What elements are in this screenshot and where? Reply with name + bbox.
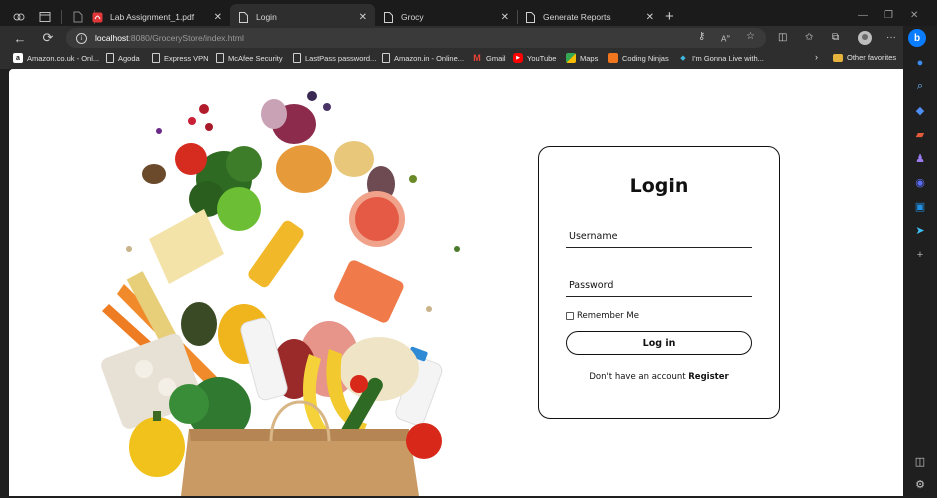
globe-icon: ◆ (680, 55, 686, 62)
favorite-label: Agoda (118, 53, 140, 63)
login-title: Login (629, 175, 689, 197)
profile-avatar[interactable] (858, 31, 872, 45)
register-link[interactable]: Register (688, 372, 728, 382)
favorite-label: YouTube (527, 53, 557, 63)
outlook-icon[interactable]: ▣ (912, 199, 928, 213)
close-window-button[interactable]: ✕ (910, 10, 918, 21)
favorite-label: Coding Ninjas (622, 53, 669, 63)
favorite-mcafee[interactable]: McAfee Security (216, 53, 283, 63)
register-prompt-text: Don't have an account (589, 372, 686, 382)
close-icon[interactable]: ✕ (359, 12, 367, 23)
remember-me-checkbox[interactable]: Remember Me (566, 311, 639, 321)
favorite-label: Maps (580, 53, 599, 63)
send-icon[interactable]: ➤ (912, 223, 928, 237)
favorite-agoda[interactable]: Agoda (106, 53, 140, 63)
people-icon[interactable]: ♟ (912, 151, 928, 165)
close-icon[interactable]: ✕ (214, 12, 222, 23)
refresh-button[interactable]: ⟳ (36, 26, 60, 50)
settings-gear-icon[interactable]: ⚙ (912, 477, 928, 491)
tab-title: Grocy (401, 12, 424, 22)
favorite-label: Express VPN (164, 53, 209, 63)
favorite-label: LastPass password... (305, 53, 377, 63)
favorite-express-vpn[interactable]: Express VPN (152, 53, 209, 63)
chevron-right-icon[interactable]: › (815, 52, 818, 62)
close-icon[interactable]: ✕ (646, 12, 654, 23)
close-icon[interactable]: ✕ (501, 12, 509, 23)
favorite-gmail[interactable]: M Gmail (472, 53, 506, 63)
maps-icon (566, 53, 576, 63)
add-icon[interactable]: + (912, 248, 928, 262)
new-tab-button[interactable]: + (665, 8, 674, 25)
favorite-label: Amazon.co.uk - Onl... (27, 53, 100, 63)
favorite-lastpass[interactable]: LastPass password... (293, 53, 376, 63)
sidebar-panel-icon[interactable]: ◫ (912, 454, 928, 468)
favorite-label: Other favorites (847, 53, 897, 62)
register-prompt: Don't have an account Register (539, 372, 779, 382)
site-info-icon[interactable]: i (76, 32, 87, 44)
restore-button[interactable]: ❐ (884, 10, 893, 21)
favorite-im-gonna-live[interactable]: ◆ I'm Gonna Live with... (678, 53, 764, 63)
office-icon[interactable]: ◉ (912, 175, 928, 189)
favorite-maps[interactable]: Maps (566, 53, 598, 63)
tools-icon[interactable]: ▰ (912, 127, 928, 141)
gmail-icon: M (473, 53, 481, 63)
document-icon (383, 11, 394, 23)
page-viewport: Login Username Password Remember Me Log … (9, 69, 903, 496)
url-path: :8080/GroceryStore/index.html (128, 33, 244, 43)
favorites-bar: a Amazon.co.uk - Onl... Agoda Express VP… (0, 50, 903, 69)
username-field[interactable]: Username (566, 226, 752, 248)
favorite-amazon-uk[interactable]: a Amazon.co.uk - Onl... (13, 53, 99, 63)
login-button[interactable]: Log in (566, 331, 752, 355)
address-bar-row: ← ⟳ i localhost:8080/GroceryStore/index.… (0, 26, 903, 50)
document-icon (238, 11, 249, 23)
favorite-star-icon[interactable]: ☆ (746, 31, 755, 42)
document-icon (525, 11, 536, 23)
document-icon (293, 53, 301, 63)
favorites-icon[interactable]: ✩ (805, 32, 813, 43)
bell-icon[interactable]: ● (912, 56, 928, 70)
document-icon (152, 53, 160, 63)
pdf-icon (92, 12, 103, 23)
read-aloud-icon[interactable]: A» (721, 33, 730, 44)
bing-copilot-icon[interactable]: b (908, 29, 926, 47)
favorite-label: Amazon.in - Online... (394, 53, 465, 63)
password-field[interactable]: Password (566, 275, 752, 297)
collections-icon[interactable]: ⧉ (832, 32, 839, 43)
more-menu-icon[interactable]: ··· (886, 32, 896, 43)
favorite-amazon-in[interactable]: Amazon.in - Online... (382, 53, 464, 63)
favorite-youtube[interactable]: ▶ YouTube (513, 53, 556, 63)
document-icon (382, 53, 390, 63)
grocery-bag-image (101, 91, 460, 496)
address-input[interactable]: i localhost:8080/GroceryStore/index.html… (66, 28, 766, 48)
remember-me-label: Remember Me (577, 311, 639, 321)
tab-title: Login (256, 12, 277, 22)
tab-separator (61, 10, 62, 24)
favorite-label: I'm Gonna Live with... (692, 53, 764, 63)
tab-title: Generate Reports (543, 12, 611, 22)
checkbox-box[interactable] (566, 312, 574, 320)
shopping-tag-icon[interactable]: ◆ (912, 103, 928, 117)
tab-title: Lab Assignment_1.pdf (110, 12, 195, 22)
favorite-other-folder[interactable]: Other favorites (833, 53, 896, 62)
favorite-label: Gmail (486, 53, 506, 63)
document-icon (216, 53, 224, 63)
youtube-icon: ▶ (513, 53, 523, 63)
amazon-icon: a (13, 53, 23, 63)
password-key-icon[interactable]: ⚷ (698, 31, 705, 42)
edge-sidebar: b ● ⌕ ◆ ▰ ♟ ◉ ▣ ➤ + ◫ ⚙ (903, 26, 937, 498)
search-icon[interactable]: ⌕ (912, 79, 928, 93)
login-card: Login Username Password Remember Me Log … (538, 146, 780, 419)
folder-icon (833, 53, 843, 62)
coding-ninjas-icon (608, 53, 618, 63)
favorite-label: McAfee Security (228, 53, 283, 63)
split-screen-icon[interactable]: ◫ (778, 32, 787, 43)
minimize-button[interactable]: — (858, 10, 868, 21)
back-button[interactable]: ← (8, 26, 32, 50)
url-host: localhost (95, 33, 129, 43)
favorite-coding-ninjas[interactable]: Coding Ninjas (608, 53, 669, 63)
document-icon (106, 53, 114, 63)
